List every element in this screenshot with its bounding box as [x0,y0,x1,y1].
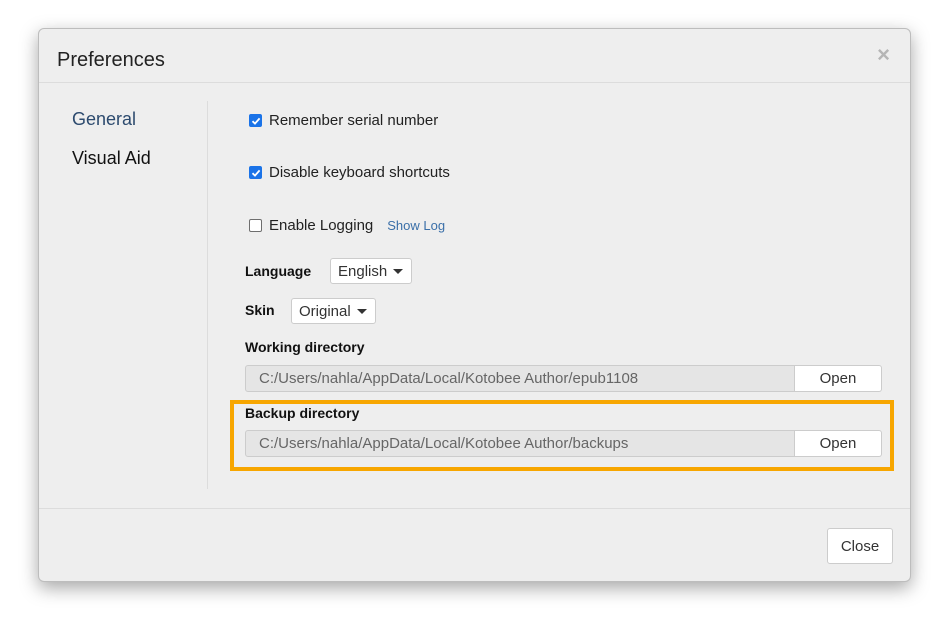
disable-shortcuts-label: Disable keyboard shortcuts [269,164,450,181]
close-button[interactable]: Close [827,528,893,564]
disable-shortcuts-checkbox[interactable] [249,166,262,179]
footer-divider [39,508,910,509]
language-value: English [338,262,388,280]
preferences-dialog: Preferences × General Visual Aid Remembe… [38,28,911,582]
open-backup-directory-button[interactable]: Open [795,430,882,457]
remember-serial-checkbox[interactable] [249,114,262,127]
caret-down-icon [356,308,367,314]
sidebar-item-visual-aid[interactable]: Visual Aid [72,148,151,169]
close-icon[interactable]: × [877,44,890,66]
enable-logging-label: Enable Logging [269,217,374,234]
enable-logging-checkbox[interactable] [249,219,262,232]
skin-label: Skin [245,302,275,318]
dialog-header: Preferences × [39,29,910,83]
show-log-link[interactable]: Show Log [387,218,445,233]
backup-directory-group: C:/Users/nahla/AppData/Local/Kotobee Aut… [245,430,882,457]
remember-serial-label: Remember serial number [269,112,439,129]
checkmark-icon [251,117,260,125]
language-label: Language [245,263,312,279]
backup-directory-label: Backup directory [245,405,360,421]
backup-directory-field[interactable]: C:/Users/nahla/AppData/Local/Kotobee Aut… [245,430,795,457]
caret-down-icon [393,268,404,274]
working-directory-group: C:/Users/nahla/AppData/Local/Kotobee Aut… [245,365,882,392]
dialog-title: Preferences [57,49,165,71]
remember-serial-row: Remember serial number [249,112,438,129]
sidebar: General Visual Aid [39,101,208,489]
open-working-directory-button[interactable]: Open [795,365,882,392]
language-select[interactable]: English [330,258,413,284]
enable-logging-row: Enable Logging Show Log [249,217,445,234]
skin-value: Original [299,302,351,320]
working-directory-field[interactable]: C:/Users/nahla/AppData/Local/Kotobee Aut… [245,365,795,392]
checkmark-icon [251,169,260,177]
sidebar-item-general[interactable]: General [72,109,136,130]
skin-select[interactable]: Original [291,298,376,324]
disable-shortcuts-row: Disable keyboard shortcuts [249,164,450,181]
working-directory-label: Working directory [245,339,365,355]
